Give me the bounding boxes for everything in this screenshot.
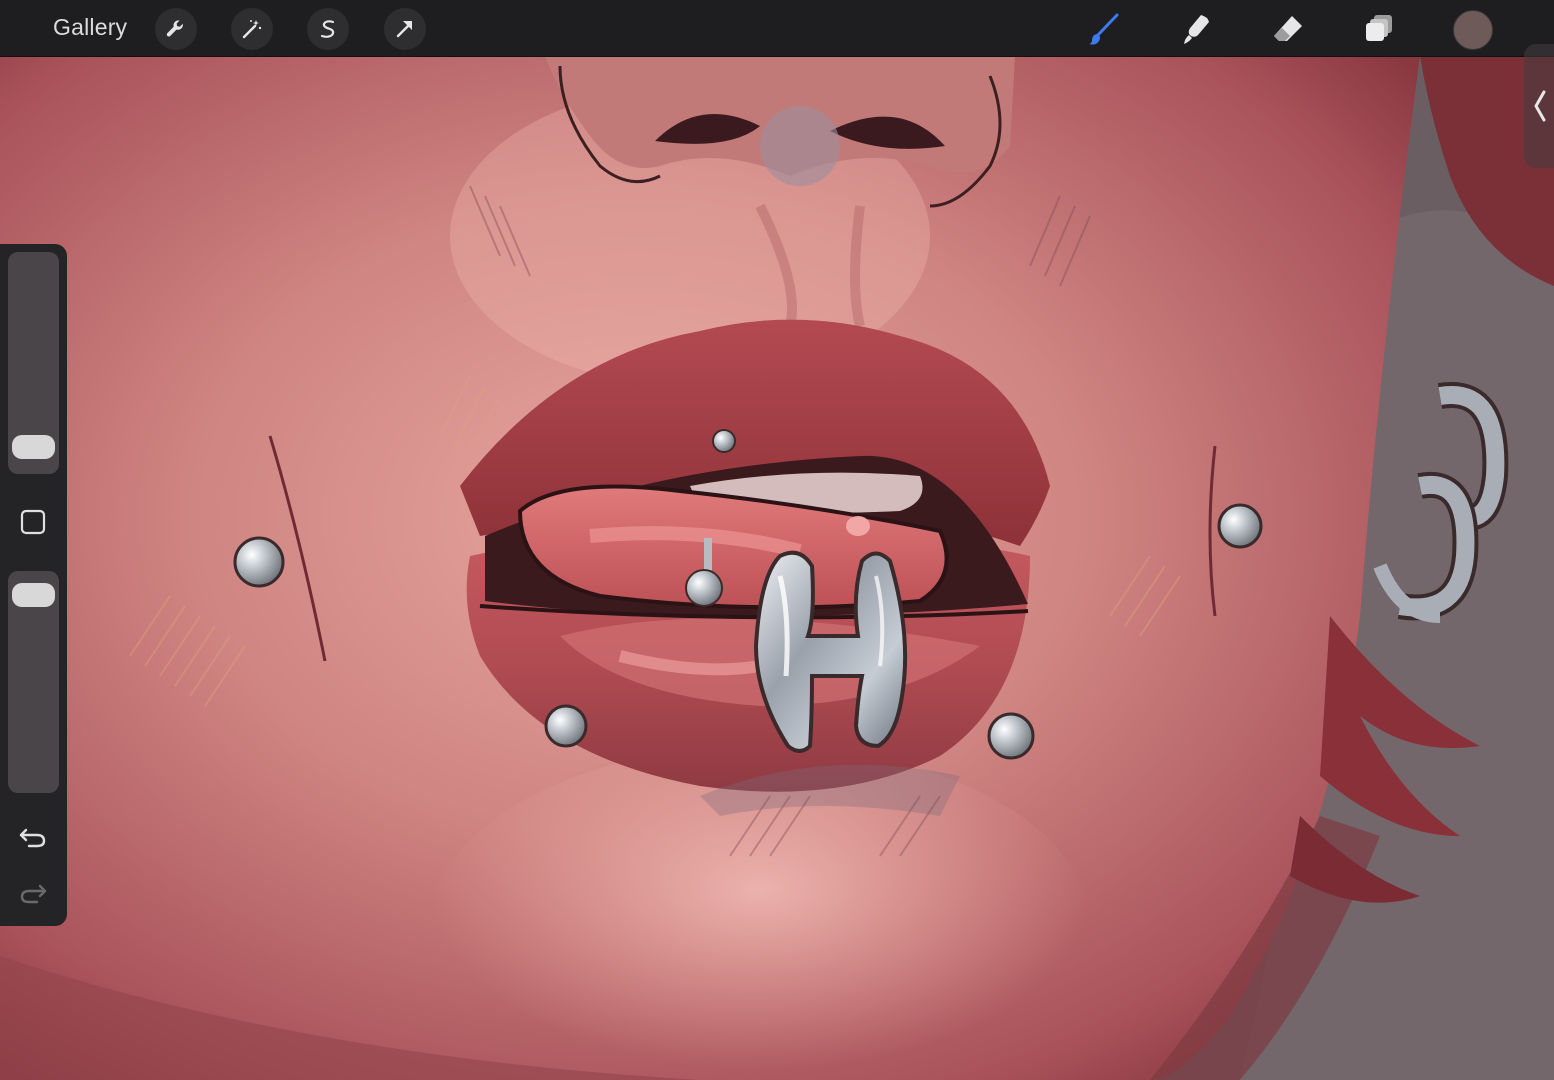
smudge-icon bbox=[1184, 15, 1209, 44]
artwork bbox=[0, 56, 1554, 1080]
left-sidebar bbox=[0, 244, 67, 926]
transform-button[interactable] bbox=[384, 8, 426, 50]
selection-button[interactable] bbox=[307, 8, 349, 50]
actions-button[interactable] bbox=[155, 8, 197, 50]
brush-tool-button[interactable] bbox=[1082, 8, 1126, 50]
procreate-app: Gallery bbox=[0, 0, 1554, 1080]
eraser-tool-button[interactable] bbox=[1266, 8, 1310, 50]
sidebar-toggle-button[interactable] bbox=[1524, 44, 1554, 168]
top-toolbar: Gallery bbox=[0, 0, 1554, 57]
selection-icon bbox=[320, 20, 335, 38]
drawing-canvas[interactable] bbox=[0, 56, 1554, 1080]
brush-size-thumb[interactable] bbox=[12, 434, 55, 459]
gallery-button[interactable]: Gallery bbox=[53, 14, 127, 41]
modify-button[interactable] bbox=[19, 508, 47, 536]
opacity-thumb[interactable] bbox=[12, 582, 55, 607]
smudge-tool-button[interactable] bbox=[1174, 8, 1218, 50]
layers-button[interactable] bbox=[1358, 8, 1402, 50]
arrow-cursor-icon bbox=[396, 21, 412, 38]
redo-icon[interactable] bbox=[17, 876, 49, 908]
brush-size-slider[interactable] bbox=[8, 252, 59, 474]
eraser-icon bbox=[1274, 16, 1302, 41]
brush-icon bbox=[1089, 13, 1119, 45]
undo-icon[interactable] bbox=[17, 820, 49, 852]
adjustments-button[interactable] bbox=[231, 8, 273, 50]
color-picker-button[interactable] bbox=[1453, 10, 1493, 50]
magic-wand-icon bbox=[242, 20, 262, 39]
chevron-left-icon bbox=[1534, 90, 1546, 122]
opacity-slider[interactable] bbox=[8, 571, 59, 793]
wrench-icon bbox=[166, 20, 183, 37]
layers-icon bbox=[1366, 15, 1392, 41]
